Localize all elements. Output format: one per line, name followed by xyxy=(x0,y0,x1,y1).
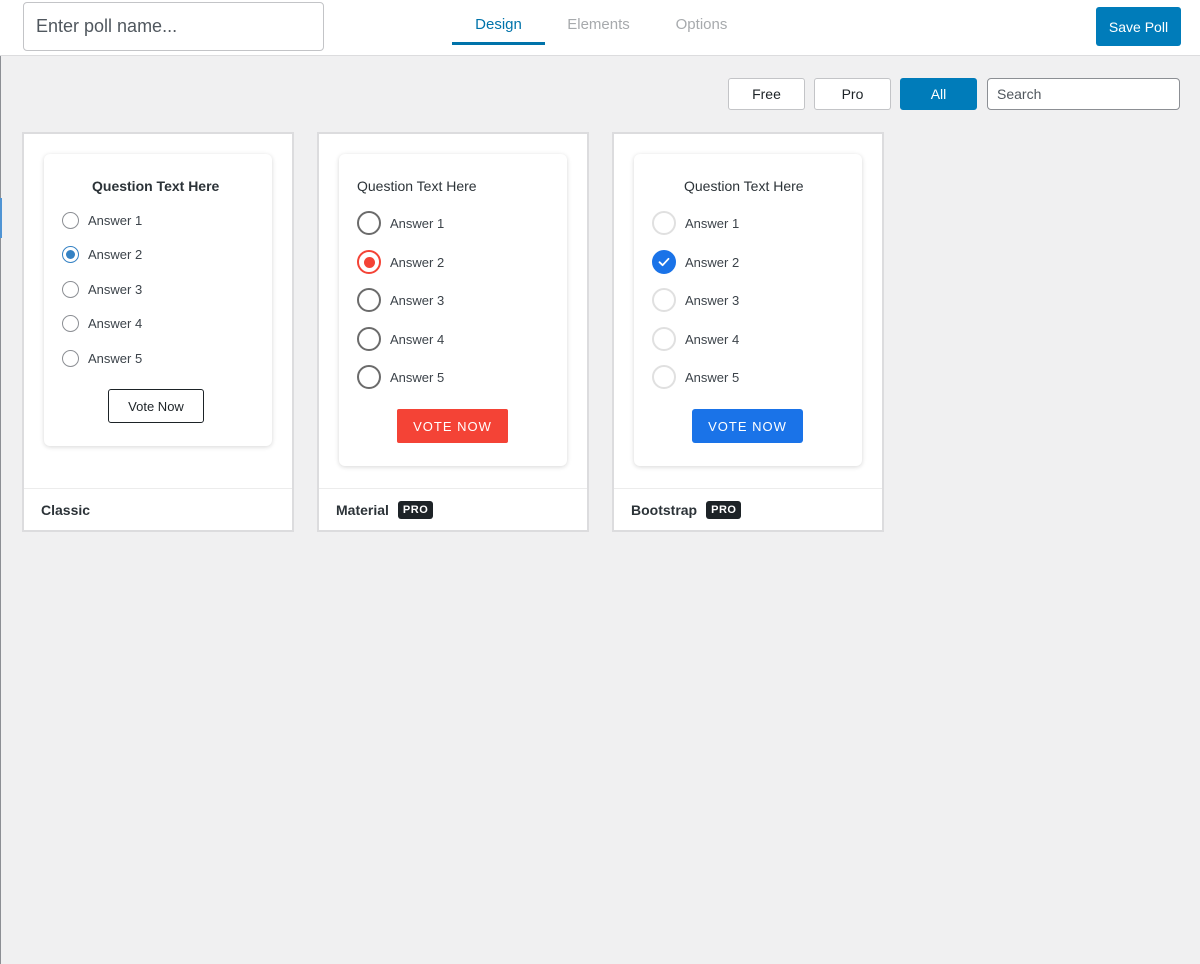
checkmark-icon xyxy=(652,250,676,274)
radio-icon xyxy=(652,327,676,351)
radio-checked-icon xyxy=(357,250,381,274)
preview-answer: Answer 4 xyxy=(62,315,142,332)
template-name: Material xyxy=(336,501,389,518)
template-search-input[interactable] xyxy=(987,78,1180,110)
pro-badge: PRO xyxy=(397,500,434,519)
admin-sidebar-active-marker xyxy=(0,198,2,238)
filter-free-button[interactable]: Free xyxy=(728,78,805,110)
preview-vote-button: Vote Now xyxy=(108,389,204,423)
tab-options[interactable]: Options xyxy=(665,0,738,46)
preview-answer: Answer 1 xyxy=(357,211,444,235)
poll-name-input[interactable] xyxy=(23,2,324,51)
answer-label: Answer 5 xyxy=(88,351,143,366)
radio-icon xyxy=(357,327,381,351)
radio-icon xyxy=(652,211,676,235)
preview-answer: Answer 4 xyxy=(357,327,444,351)
admin-sidebar-edge xyxy=(0,0,1,964)
radio-icon xyxy=(62,212,79,229)
answer-label: Answer 3 xyxy=(88,282,143,297)
radio-icon xyxy=(652,288,676,312)
answer-label: Answer 1 xyxy=(685,215,740,231)
preview-answer: Answer 1 xyxy=(652,211,739,235)
template-card-classic[interactable]: Question Text Here Answer 1 Answer 2 Ans… xyxy=(22,132,294,532)
answer-label: Answer 3 xyxy=(685,292,740,308)
template-card-footer: Classic xyxy=(24,488,292,530)
radio-icon xyxy=(357,288,381,312)
preview-question: Question Text Here xyxy=(357,178,477,194)
answer-label: Answer 5 xyxy=(685,369,740,385)
preview-question: Question Text Here xyxy=(684,178,804,194)
answer-label: Answer 1 xyxy=(88,213,143,228)
preview-answer: Answer 3 xyxy=(652,288,739,312)
preview-answer: Answer 2 xyxy=(357,250,444,274)
preview-answer: Answer 2 xyxy=(652,250,739,274)
filter-pro-button[interactable]: Pro xyxy=(814,78,891,110)
filter-all-button[interactable]: All xyxy=(900,78,977,110)
template-card-footer: Bootstrap PRO xyxy=(614,488,882,530)
editor-header: Design Elements Options Save Poll xyxy=(0,0,1200,56)
tab-elements[interactable]: Elements xyxy=(555,0,642,46)
answer-label: Answer 2 xyxy=(685,254,740,270)
answer-label: Answer 4 xyxy=(88,316,143,331)
radio-icon xyxy=(357,211,381,235)
answer-label: Answer 4 xyxy=(685,331,740,347)
preview-answer: Answer 1 xyxy=(62,212,142,229)
answer-label: Answer 2 xyxy=(88,247,143,262)
pro-badge: PRO xyxy=(706,500,742,519)
answer-label: Answer 5 xyxy=(390,369,445,385)
bootstrap-poll-preview: Question Text Here Answer 1 Answer 2 Ans… xyxy=(634,154,862,466)
answer-label: Answer 1 xyxy=(390,215,445,231)
radio-icon xyxy=(652,365,676,389)
preview-vote-button: VOTE NOW xyxy=(397,409,508,443)
radio-icon xyxy=(62,281,79,298)
radio-icon xyxy=(357,365,381,389)
preview-answer: Answer 5 xyxy=(357,365,444,389)
tab-design[interactable]: Design xyxy=(452,0,545,46)
preview-answer: Answer 4 xyxy=(652,327,739,351)
classic-poll-preview: Question Text Here Answer 1 Answer 2 Ans… xyxy=(44,154,272,446)
preview-answer: Answer 3 xyxy=(62,281,142,298)
answer-label: Answer 2 xyxy=(390,254,445,270)
template-name: Classic xyxy=(41,501,91,518)
template-card-bootstrap[interactable]: Question Text Here Answer 1 Answer 2 Ans… xyxy=(612,132,884,532)
preview-answer: Answer 5 xyxy=(652,365,739,389)
template-card-material[interactable]: Question Text Here Answer 1 Answer 2 Ans… xyxy=(317,132,589,532)
preview-answer: Answer 5 xyxy=(62,350,142,367)
preview-vote-button: VOTE NOW xyxy=(692,409,803,443)
preview-answer: Answer 2 xyxy=(62,246,142,263)
preview-question: Question Text Here xyxy=(92,178,220,194)
material-poll-preview: Question Text Here Answer 1 Answer 2 Ans… xyxy=(339,154,567,466)
answer-label: Answer 4 xyxy=(390,331,445,347)
preview-answer: Answer 3 xyxy=(357,288,444,312)
template-name: Bootstrap xyxy=(631,501,698,518)
save-poll-button[interactable]: Save Poll xyxy=(1096,7,1181,46)
template-card-footer: Material PRO xyxy=(319,488,587,530)
radio-icon xyxy=(62,315,79,332)
radio-icon xyxy=(62,350,79,367)
radio-checked-icon xyxy=(62,246,79,263)
answer-label: Answer 3 xyxy=(390,292,445,308)
